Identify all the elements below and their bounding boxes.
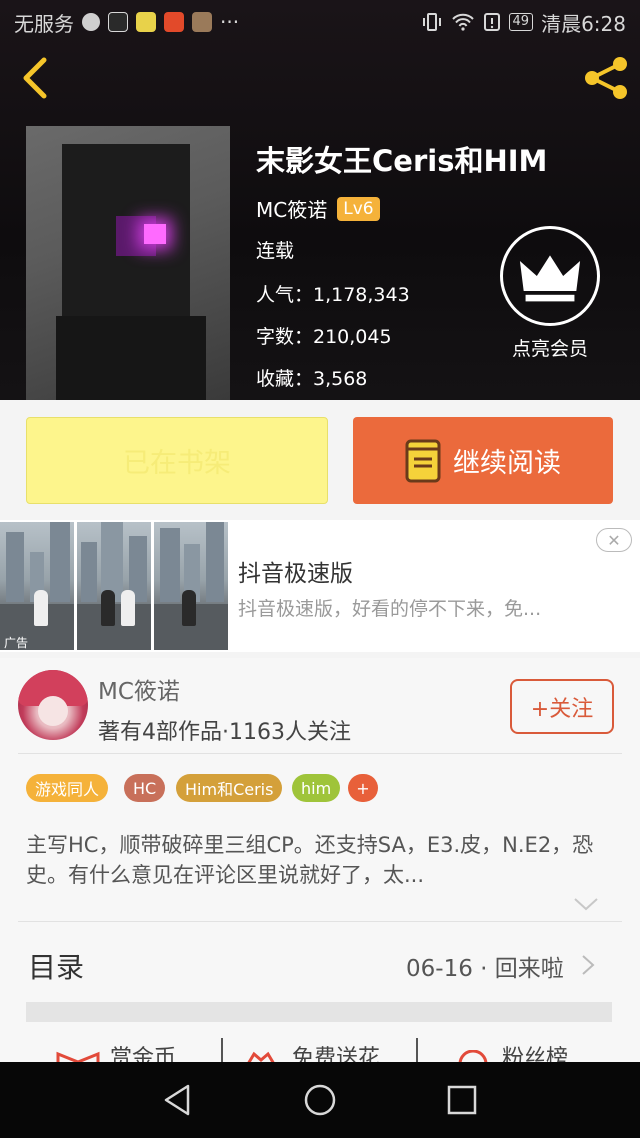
carrier-text: 无服务 xyxy=(14,11,74,36)
app-notification-icon xyxy=(82,13,100,31)
continue-reading-label: 继续阅读 xyxy=(453,448,561,479)
divider xyxy=(221,1038,223,1064)
wifi-icon xyxy=(451,13,474,31)
latest-chapter[interactable]: 06-16 · 回来啦 xyxy=(406,949,564,983)
crown-icon[interactable] xyxy=(500,226,600,326)
nav-recents-icon[interactable] xyxy=(444,1082,480,1118)
listen-app-icon xyxy=(164,12,184,32)
serial-status: 连载 xyxy=(256,240,295,262)
toc-label[interactable]: 目录 xyxy=(28,946,84,986)
nav-back-icon[interactable] xyxy=(160,1082,196,1118)
tag-him-ceris[interactable]: Him和Ceris xyxy=(176,774,283,802)
more-notifications-icon: ··· xyxy=(220,10,240,34)
section-separator xyxy=(26,1002,612,1022)
author-name[interactable]: MC筱诺 xyxy=(98,672,180,706)
vibrate-icon xyxy=(422,13,441,31)
tag-game-fanfic[interactable]: 游戏同人 xyxy=(26,774,109,802)
add-tag-button[interactable]: + xyxy=(348,774,378,802)
favorites-stat: 收藏：3,568 xyxy=(256,368,368,390)
book-header: 无服务 ··· 49 清晨6:28 末影女王Ceris和HIM MC筱诺 Lv6… xyxy=(0,0,640,400)
ad-banner[interactable]: 广告 抖音极速版 抖音极速版，好看的停不下来，免... xyxy=(0,520,640,652)
author-stats: 著有4部作品·1163人关注 xyxy=(98,720,351,745)
in-shelf-button[interactable]: 已在书架 xyxy=(26,417,328,504)
continue-reading-button[interactable]: 继续阅读 xyxy=(353,417,613,504)
tag-him[interactable]: him xyxy=(292,774,341,802)
ad-description: 抖音极速版，好看的停不下来，免... xyxy=(238,598,542,620)
ad-image xyxy=(77,522,151,650)
alert-icon xyxy=(483,13,500,31)
share-icon[interactable] xyxy=(580,54,632,102)
vip-label[interactable]: 点亮会员 xyxy=(500,334,600,361)
divider xyxy=(18,753,622,754)
book-cover[interactable] xyxy=(26,126,230,400)
chat-app-icon xyxy=(136,12,156,32)
book-author-line: MC筱诺 Lv6 xyxy=(256,194,380,223)
book-author[interactable]: MC筱诺 xyxy=(256,194,327,223)
chevron-down-icon[interactable] xyxy=(573,896,599,912)
divider xyxy=(18,921,622,922)
in-shelf-label: 已在书架 xyxy=(123,448,231,479)
book-title: 末影女王Ceris和HIM xyxy=(256,144,548,178)
divider xyxy=(416,1038,418,1064)
battery-icon: 49 xyxy=(508,13,534,31)
author-description[interactable]: 主写HC，顺带破碎里三组CP。还支持SA，E3.皮，N.E2，恐史。有什么意见在… xyxy=(26,830,606,890)
nav-home-icon[interactable] xyxy=(302,1082,338,1118)
popularity-stat: 人气：1,178,343 xyxy=(256,284,410,306)
status-bar: 无服务 ··· 49 清晨6:28 xyxy=(0,0,640,44)
ad-close-button[interactable]: ✕ xyxy=(596,528,632,552)
book-icon xyxy=(405,439,441,482)
tag-hc[interactable]: HC xyxy=(124,774,166,802)
ad-tag: 广告 xyxy=(4,636,29,650)
ad-image xyxy=(154,522,228,650)
game-app-icon xyxy=(192,12,212,32)
ad-title: 抖音极速版 xyxy=(238,561,353,587)
chevron-right-icon[interactable] xyxy=(580,954,596,976)
follow-button[interactable]: +关注 xyxy=(510,679,614,734)
tiktok-icon xyxy=(108,12,128,32)
clock: 清晨6:28 xyxy=(541,11,626,36)
level-badge: Lv6 xyxy=(337,196,380,221)
word-count-stat: 字数：210,045 xyxy=(256,326,392,348)
ad-image xyxy=(0,522,74,650)
avatar[interactable] xyxy=(18,670,88,740)
back-icon[interactable] xyxy=(16,56,56,100)
